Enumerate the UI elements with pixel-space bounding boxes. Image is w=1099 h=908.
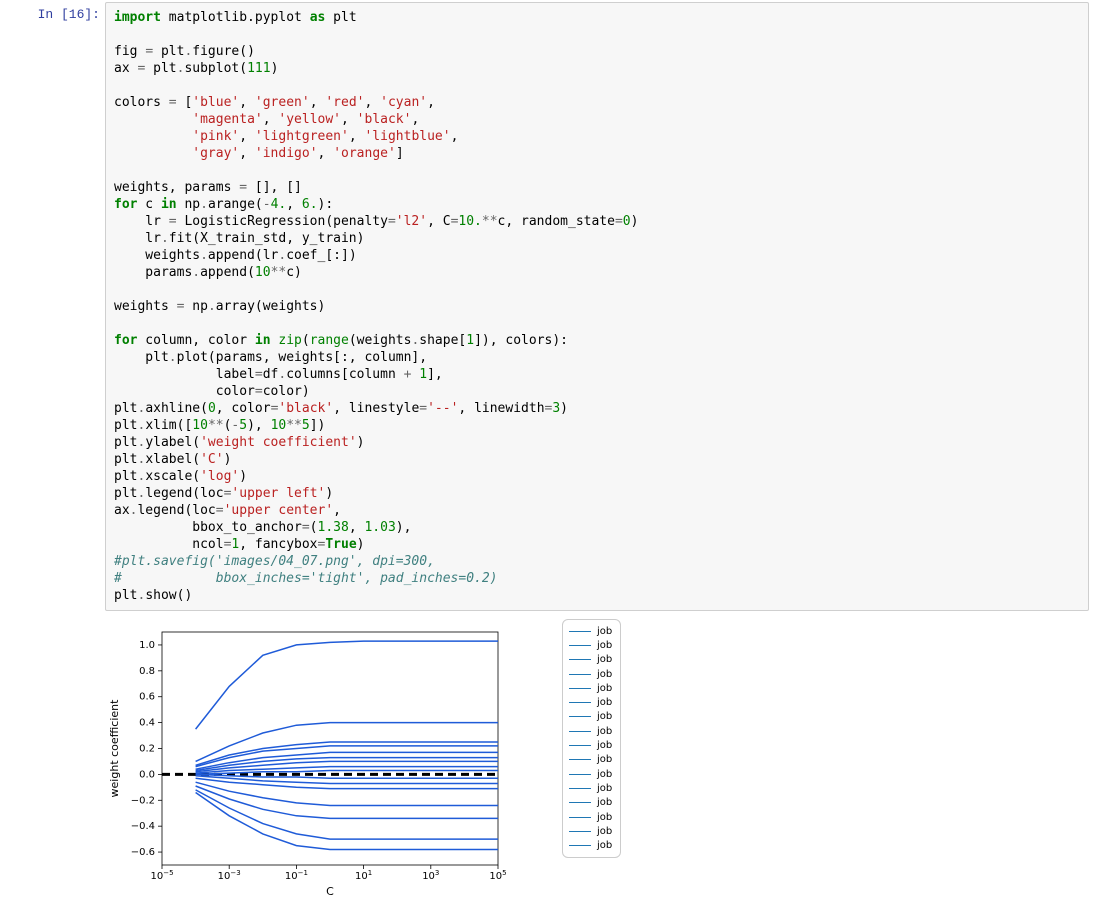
- legend-swatch: [569, 631, 591, 632]
- legend-swatch: [569, 716, 591, 717]
- svg-text:weight coefficient: weight coefficient: [108, 699, 121, 798]
- legend-swatch: [569, 831, 591, 832]
- legend-label: job: [597, 654, 612, 665]
- legend-label: job: [597, 797, 612, 808]
- legend-item: job: [569, 781, 612, 795]
- legend-swatch: [569, 674, 591, 675]
- legend-swatch: [569, 659, 591, 660]
- code-cell: In [16]: import matplotlib.pyplot as plt…: [0, 2, 1099, 611]
- legend-label: job: [597, 840, 612, 851]
- svg-text:0.4: 0.4: [139, 718, 155, 729]
- svg-text:101: 101: [355, 869, 372, 882]
- legend-item: job: [569, 824, 612, 838]
- svg-text:10−5: 10−5: [150, 869, 173, 882]
- legend-swatch: [569, 817, 591, 818]
- svg-text:0.8: 0.8: [139, 666, 155, 677]
- input-prompt: In [16]:: [0, 2, 105, 611]
- legend-swatch: [569, 688, 591, 689]
- legend-label: job: [597, 783, 612, 794]
- legend-label: job: [597, 826, 612, 837]
- legend-swatch: [569, 802, 591, 803]
- legend-label: job: [597, 683, 612, 694]
- legend-label: job: [597, 769, 612, 780]
- svg-text:105: 105: [489, 869, 506, 882]
- legend-item: job: [569, 710, 612, 724]
- legend-swatch: [569, 759, 591, 760]
- legend-label: job: [597, 726, 612, 737]
- svg-text:−0.2: −0.2: [131, 795, 155, 806]
- legend-label: job: [597, 711, 612, 722]
- svg-text:103: 103: [422, 869, 439, 882]
- legend-item: job: [569, 838, 612, 852]
- legend-item: job: [569, 810, 612, 824]
- svg-text:10−3: 10−3: [218, 869, 241, 882]
- legend-swatch: [569, 645, 591, 646]
- legend-item: job: [569, 767, 612, 781]
- chart-legend: job job job job job job job job job job job job job j…: [562, 619, 621, 858]
- legend-item: job: [569, 738, 612, 752]
- legend-item: job: [569, 681, 612, 695]
- code-input-area[interactable]: import matplotlib.pyplot as plt fig = pl…: [105, 2, 1089, 611]
- code-content[interactable]: import matplotlib.pyplot as plt fig = pl…: [114, 9, 1080, 604]
- legend-label: job: [597, 754, 612, 765]
- legend-item: job: [569, 667, 612, 681]
- legend-item: job: [569, 624, 612, 638]
- svg-text:1.0: 1.0: [139, 640, 155, 651]
- legend-swatch: [569, 745, 591, 746]
- legend-label: job: [597, 697, 612, 708]
- svg-text:0.2: 0.2: [139, 744, 155, 755]
- legend-swatch: [569, 702, 591, 703]
- line-chart: −0.6 −0.4 −0.2 0.0 0.2 0.4 0.6 0.8 1.0 10−5 10−3 10…: [100, 617, 532, 905]
- legend-swatch: [569, 731, 591, 732]
- svg-text:0.6: 0.6: [139, 692, 155, 703]
- matplotlib-output: −0.6 −0.4 −0.2 0.0 0.2 0.4 0.6 0.8 1.0 10−5 10−3 10…: [100, 617, 532, 905]
- legend-label: job: [597, 812, 612, 823]
- legend-item: job: [569, 753, 612, 767]
- legend-item: job: [569, 638, 612, 652]
- legend-item: job: [569, 653, 612, 667]
- legend-label: job: [597, 640, 612, 651]
- legend-item: job: [569, 695, 612, 709]
- legend-swatch: [569, 774, 591, 775]
- svg-text:C: C: [326, 885, 334, 898]
- output-area: −0.6 −0.4 −0.2 0.0 0.2 0.4 0.6 0.8 1.0 10−5 10−3 10…: [0, 617, 1099, 905]
- svg-text:−0.6: −0.6: [131, 847, 155, 858]
- legend-label: job: [597, 669, 612, 680]
- svg-text:10−1: 10−1: [285, 869, 308, 882]
- legend-swatch: [569, 845, 591, 846]
- legend-item: job: [569, 796, 612, 810]
- legend-swatch: [569, 788, 591, 789]
- legend-label: job: [597, 740, 612, 751]
- svg-text:0.0: 0.0: [139, 769, 155, 780]
- legend-label: job: [597, 626, 612, 637]
- legend-item: job: [569, 724, 612, 738]
- svg-text:−0.4: −0.4: [131, 821, 155, 832]
